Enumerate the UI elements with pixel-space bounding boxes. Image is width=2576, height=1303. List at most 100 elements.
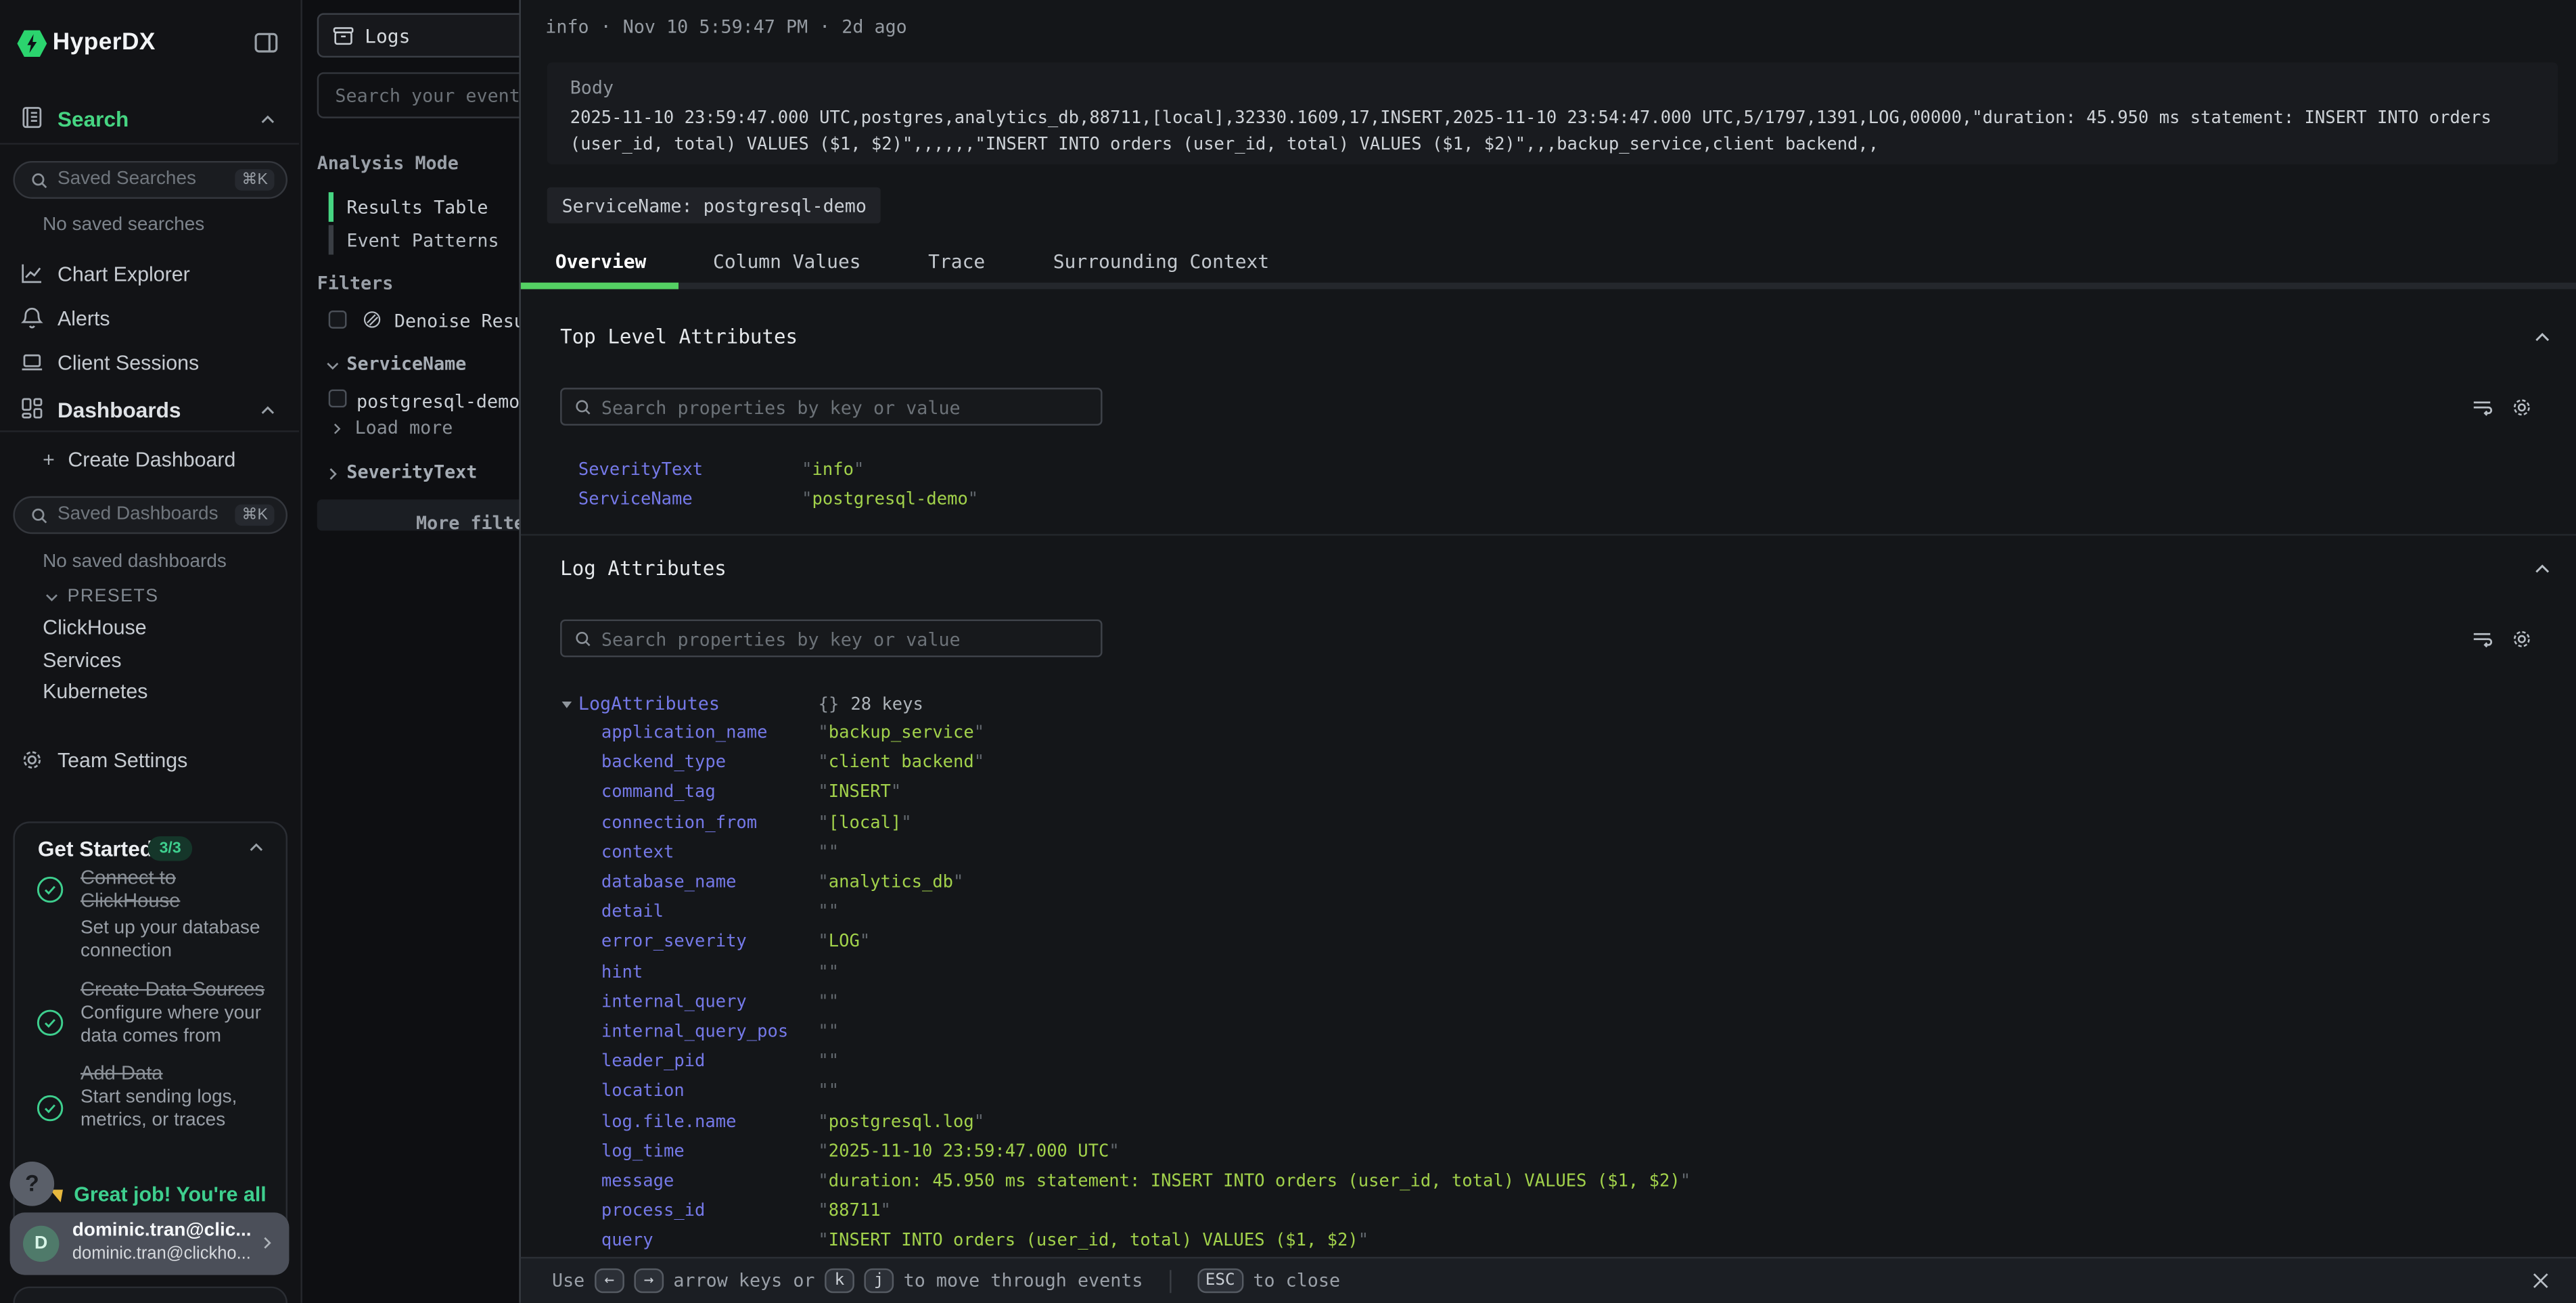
sidebar-section-dashboards[interactable]: Dashboards [0, 392, 300, 428]
sidebar-item-client-sessions[interactable]: Client Sessions [0, 348, 300, 378]
attribute-key[interactable]: location [601, 1082, 819, 1101]
attribute-row[interactable]: SeverityText "info" [560, 455, 2556, 485]
attribute-row[interactable]: internal_query_pos "" [560, 1017, 2556, 1047]
attribute-key[interactable]: SeverityText [578, 460, 802, 480]
attribute-value[interactable]: "LOG" [818, 932, 870, 952]
service-name-tag[interactable]: ServiceName: postgresql-demo [547, 187, 881, 223]
attribute-value[interactable]: "analytics_db" [818, 873, 963, 892]
attribute-value[interactable]: "[local]" [818, 813, 911, 832]
denoise-checkbox[interactable] [329, 311, 347, 329]
attribute-value[interactable]: "" [818, 1022, 839, 1041]
attribute-value[interactable]: "" [818, 1082, 839, 1101]
tab-trace[interactable]: Trace [928, 250, 985, 273]
gear-icon[interactable] [2510, 396, 2533, 419]
attribute-key[interactable]: application_name [601, 723, 819, 743]
attribute-value[interactable]: "" [818, 902, 839, 922]
attribute-key[interactable]: log_time [601, 1141, 819, 1161]
mode-results-table[interactable]: Results Table [346, 197, 488, 219]
attribute-key[interactable]: ServiceName [578, 490, 802, 509]
sidebar-section-search[interactable]: Search [0, 102, 300, 138]
attribute-key[interactable]: LogAttributes [578, 693, 720, 715]
attribute-row[interactable]: connection_from "[local]" [560, 808, 2556, 838]
attribute-value[interactable]: "" [818, 962, 839, 982]
help-button[interactable]: ? [10, 1162, 55, 1206]
attribute-value[interactable]: "INSERT INTO orders (user_id, total) VAL… [818, 1231, 1368, 1251]
attribute-key[interactable]: error_severity [601, 932, 819, 952]
tab-column-values[interactable]: Column Values [713, 250, 861, 273]
attribute-key[interactable]: internal_query_pos [601, 1022, 819, 1041]
preset-kubernetes[interactable]: Kubernetes [43, 680, 147, 703]
attribute-row[interactable]: log.file.name "postgresql.log" [560, 1106, 2556, 1136]
sidebar-item-alerts[interactable]: Alerts [0, 304, 300, 334]
attribute-row[interactable]: leader_pid "" [560, 1047, 2556, 1076]
task-title[interactable]: Connect to ClickHouse [80, 867, 281, 912]
attribute-key[interactable]: process_id [601, 1202, 819, 1221]
attribute-key[interactable]: database_name [601, 873, 819, 892]
sidebar-collapse-icon[interactable] [253, 30, 279, 56]
mode-event-patterns[interactable]: Event Patterns [346, 230, 499, 252]
attribute-row[interactable]: query "INSERT INTO orders (user_id, tota… [560, 1226, 2556, 1256]
attribute-key[interactable]: query [601, 1231, 819, 1251]
attribute-key[interactable]: detail [601, 902, 819, 922]
attribute-value[interactable]: "client backend" [818, 753, 984, 773]
attribute-key[interactable]: leader_pid [601, 1052, 819, 1072]
attribute-key[interactable]: log.file.name [601, 1112, 819, 1131]
attribute-key[interactable]: hint [601, 962, 819, 982]
attribute-value[interactable]: "postgresql.log" [818, 1112, 984, 1131]
create-dashboard-button[interactable]: +Create Dashboard [43, 449, 235, 472]
attribute-row[interactable]: application_name "backup_service" [560, 718, 2556, 748]
wrap-lines-icon[interactable] [2471, 396, 2494, 419]
task-title[interactable]: Add Data [80, 1063, 281, 1085]
attribute-row[interactable]: hint "" [560, 957, 2556, 987]
caret-down-icon[interactable] [562, 701, 572, 708]
attribute-row[interactable]: context "" [560, 838, 2556, 867]
attribute-key[interactable]: internal_query [601, 992, 819, 1011]
attribute-row[interactable]: message "duration: 45.950 ms statement: … [560, 1166, 2556, 1196]
attribute-row[interactable]: error_severity "LOG" [560, 927, 2556, 957]
attribute-key[interactable]: connection_from [601, 813, 819, 832]
attribute-row[interactable]: detail "" [560, 897, 2556, 927]
attribute-row[interactable]: ServiceName "postgresql-demo" [560, 485, 2556, 515]
servicename-value-checkbox[interactable] [329, 390, 347, 408]
attribute-row[interactable]: command_tag "INSERT" [560, 778, 2556, 808]
chevron-up-icon[interactable] [258, 401, 277, 421]
gear-icon[interactable] [2510, 628, 2533, 651]
attribute-row[interactable]: backend_type "client backend" [560, 748, 2556, 777]
chevron-up-icon[interactable] [2531, 559, 2553, 580]
attribute-row[interactable]: process_id "88711" [560, 1196, 2556, 1226]
task-title[interactable]: Create Data Sources [80, 979, 281, 1001]
log-attributes-root-row[interactable]: LogAttributes {}28 keys [560, 690, 923, 718]
wrap-lines-icon[interactable] [2471, 628, 2494, 651]
attribute-value[interactable]: "" [818, 842, 839, 862]
attribute-value[interactable]: "2025-11-10 23:59:47.000 UTC" [818, 1141, 1119, 1161]
attribute-value[interactable]: "INSERT" [818, 783, 901, 802]
attribute-value[interactable]: "" [818, 992, 839, 1011]
attribute-key[interactable]: context [601, 842, 819, 862]
close-icon[interactable] [2530, 1270, 2552, 1291]
attribute-value[interactable]: "" [818, 1052, 839, 1072]
attribute-value[interactable]: "info" [802, 460, 864, 480]
saved-dashboards-input[interactable]: Saved Dashboards ⌘K [13, 496, 288, 534]
tab-overview[interactable]: Overview [555, 250, 647, 273]
attribute-value[interactable]: "backup_service" [818, 723, 984, 743]
chevron-up-icon[interactable] [2531, 327, 2553, 348]
attribute-key[interactable]: backend_type [601, 753, 819, 773]
attribute-value[interactable]: "duration: 45.950 ms statement: INSERT I… [818, 1171, 1690, 1191]
attribute-row[interactable]: location "" [560, 1076, 2556, 1106]
chevron-up-icon[interactable] [246, 838, 266, 858]
sidebar-item-team-settings[interactable]: Team Settings [0, 746, 300, 776]
sidebar-item-chart-explorer[interactable]: Chart Explorer [0, 260, 300, 290]
attribute-row[interactable]: log_time "2025-11-10 23:59:47.000 UTC" [560, 1137, 2556, 1166]
attribute-row[interactable]: internal_query "" [560, 987, 2556, 1017]
product-updates-card[interactable]: Product updates [13, 1287, 288, 1303]
log-attributes-search-input[interactable]: Search properties by key or value [560, 620, 1102, 658]
attribute-key[interactable]: message [601, 1171, 819, 1191]
attribute-value[interactable]: "88711" [818, 1202, 891, 1221]
attribute-row[interactable]: database_name "analytics_db" [560, 867, 2556, 897]
saved-searches-input[interactable]: Saved Searches ⌘K [13, 161, 288, 199]
chevron-up-icon[interactable] [258, 110, 277, 130]
attribute-value[interactable]: "postgresql-demo" [802, 490, 978, 509]
tab-surrounding-context[interactable]: Surrounding Context [1053, 250, 1270, 273]
top-level-search-input[interactable]: Search properties by key or value [560, 388, 1102, 426]
body-text[interactable]: 2025-11-10 23:59:47.000 UTC,postgres,ana… [570, 107, 2538, 158]
